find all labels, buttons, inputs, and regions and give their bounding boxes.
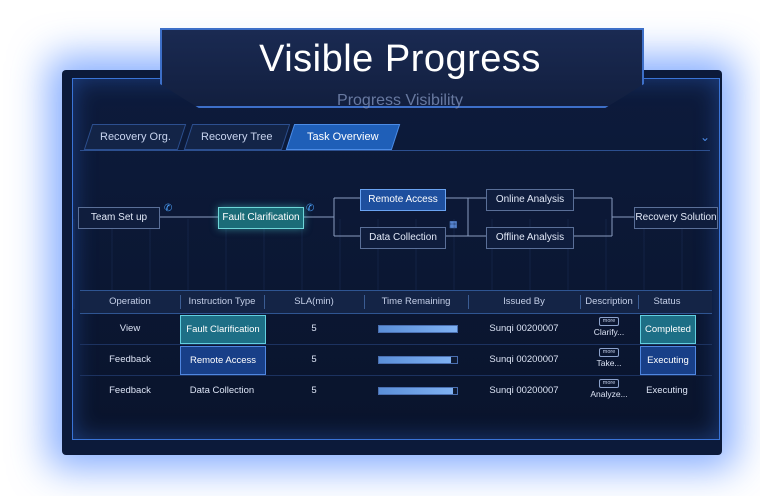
status-badge: Executing — [640, 346, 696, 375]
tab-recovery-org[interactable]: Recovery Org. — [83, 124, 187, 150]
sla-cell: 5 — [311, 385, 317, 396]
sla-cell: 5 — [311, 354, 317, 365]
instruction-type-cell: Data Collection — [189, 385, 255, 396]
page-subtitle: Progress Visibility — [337, 92, 463, 109]
table-row: View Fault Clarification 5 Sunqi 0020000… — [80, 313, 712, 344]
operation-link[interactable]: View — [80, 313, 180, 344]
status-badge: Completed — [640, 315, 696, 344]
status-badge: Executing — [646, 385, 688, 396]
operation-link[interactable]: Feedback — [80, 375, 180, 406]
tab-divider — [80, 150, 710, 151]
node-online-analysis[interactable]: Online Analysis — [486, 189, 574, 211]
issued-by-cell: Sunqi 00200007 — [489, 323, 559, 334]
col-description: Description — [585, 296, 633, 307]
instruction-type-cell: Fault Clarification — [180, 315, 266, 344]
table-row: Feedback Data Collection 5 Sunqi 0020000… — [80, 375, 712, 406]
description-text: Take... — [596, 358, 622, 368]
table-row: Feedback Remote Access 5 Sunqi 00200007 … — [80, 344, 712, 375]
more-button[interactable]: more — [599, 379, 619, 388]
col-issued-by: Issued By — [503, 296, 545, 307]
phone-icon: ✆ — [306, 203, 315, 214]
node-team-setup[interactable]: Team Set up — [78, 207, 160, 229]
description-cell: more Clarify... — [580, 313, 638, 344]
description-text: Analyze... — [590, 389, 628, 399]
tab-task-overview[interactable]: Task Overview — [285, 124, 401, 150]
time-remaining-fill — [379, 388, 454, 394]
sla-cell: 5 — [311, 323, 317, 334]
issued-by-cell: Sunqi 00200007 — [489, 385, 559, 396]
operation-link[interactable]: Feedback — [80, 344, 180, 375]
col-status: Status — [653, 296, 681, 307]
node-remote-access[interactable]: Remote Access — [360, 189, 446, 211]
col-sla: SLA(min) — [294, 296, 334, 307]
phone-icon: ✆ — [164, 203, 173, 214]
description-text: Clarify... — [593, 327, 625, 337]
description-cell: more Take... — [580, 344, 638, 375]
time-remaining-bar — [378, 387, 458, 395]
chevron-down-icon[interactable]: ⌄ — [700, 130, 710, 144]
node-offline-analysis[interactable]: Offline Analysis — [486, 227, 574, 249]
node-data-collection[interactable]: Data Collection — [360, 227, 446, 249]
issued-by-cell: Sunqi 00200007 — [489, 354, 559, 365]
node-fault-clarification[interactable]: Fault Clarification — [218, 207, 304, 229]
table-header: Operation Instruction Type SLA(min) Time… — [80, 290, 712, 314]
col-time-remaining: Time Remaining — [381, 296, 451, 307]
time-remaining-bar — [378, 356, 458, 364]
time-remaining-fill — [379, 326, 457, 332]
more-button[interactable]: more — [599, 348, 619, 357]
time-remaining-fill — [379, 357, 451, 363]
more-button[interactable]: more — [599, 317, 619, 326]
tab-recovery-tree[interactable]: Recovery Tree — [183, 124, 291, 150]
col-operation: Operation — [109, 296, 151, 307]
parallel-icon: ▦ — [449, 219, 458, 229]
instruction-type-cell: Remote Access — [180, 346, 266, 375]
page-title: Visible Progress — [259, 38, 541, 80]
col-instruction-type: Instruction Type — [188, 296, 256, 307]
time-remaining-bar — [378, 325, 458, 333]
description-cell: more Analyze... — [580, 375, 638, 406]
node-recovery-solution[interactable]: Recovery Solution — [634, 207, 718, 229]
